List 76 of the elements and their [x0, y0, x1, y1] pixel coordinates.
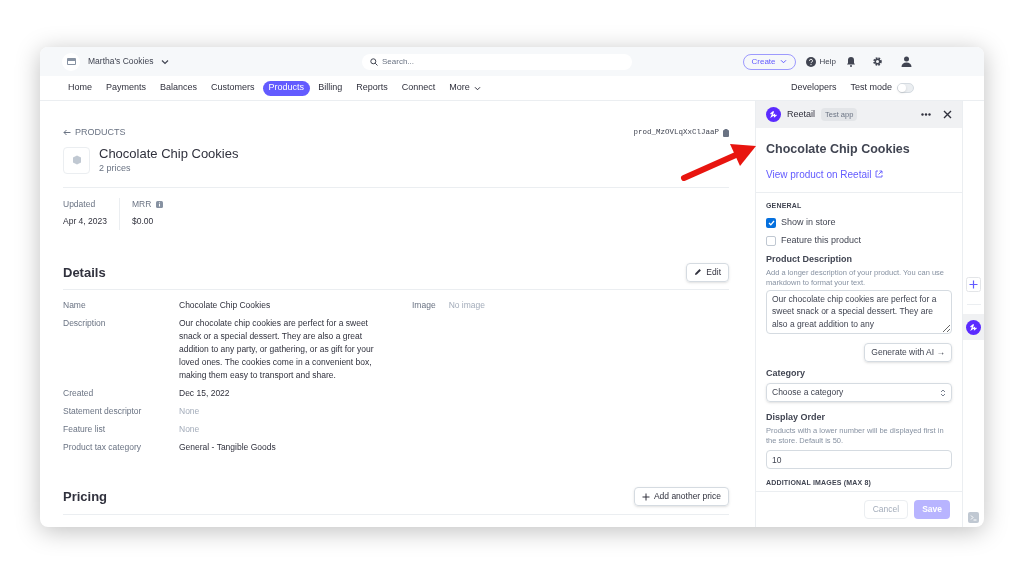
detail-label: Description [63, 317, 107, 330]
close-icon[interactable] [943, 110, 952, 119]
stat-value: $0.00 [131, 214, 155, 228]
field-label: Product Description [766, 253, 853, 267]
chevron-icon [779, 59, 787, 64]
price-count: 2 prices [99, 161, 132, 175]
help-icon [805, 56, 816, 67]
notifications-icon[interactable] [846, 56, 856, 67]
help-button[interactable]: Help [805, 55, 836, 68]
test-mode-label: Test mode [850, 81, 892, 95]
nav-tab[interactable]: Billing [312, 80, 349, 96]
detail-label: Image [412, 299, 436, 312]
checkbox-label: Feature this product [781, 233, 862, 247]
account-name[interactable]: Martha's Cookies [88, 55, 154, 68]
pencil-icon [694, 268, 703, 277]
store-icon [62, 52, 80, 71]
search-field[interactable]: Search... [362, 53, 632, 70]
display-order-field[interactable]: 10 [766, 450, 952, 470]
stat-label: MRR [131, 198, 152, 211]
back-arrow-icon [63, 129, 71, 137]
nav-tab[interactable]: Home [62, 80, 98, 96]
detail-value: General - Tangible Goods [179, 441, 277, 454]
detail-value: None [179, 405, 201, 418]
generate-ai-button[interactable]: Generate with AI → [864, 342, 952, 362]
app-logo-icon [766, 107, 781, 122]
add-icon[interactable] [966, 277, 981, 292]
chevron-icon [161, 58, 170, 65]
app-tab[interactable] [963, 314, 984, 340]
more-menu[interactable]: More [443, 80, 487, 96]
more-icon[interactable] [921, 113, 931, 116]
nav-tab[interactable]: Connect [395, 80, 442, 96]
plus-icon [641, 492, 650, 501]
field-label: Category [766, 366, 806, 380]
product-title: Chocolate Chip Cookies [99, 145, 239, 162]
search-icon [370, 57, 378, 66]
detail-value: Dec 15, 2022 [179, 387, 231, 400]
detail-value: No image [448, 299, 485, 312]
stat-value: Apr 4, 2023 [63, 214, 107, 228]
app-name: Reetail [787, 107, 815, 121]
nav-tab[interactable]: Balances [154, 80, 204, 96]
detail-label: Name [63, 299, 87, 312]
edit-button[interactable]: Edit [686, 262, 729, 282]
user-icon[interactable] [901, 56, 912, 67]
nav-tab[interactable]: Products [262, 80, 311, 96]
back-link[interactable]: PRODUCTS [63, 126, 126, 140]
detail-value: None [179, 423, 201, 436]
category-select[interactable]: Choose a category [766, 383, 952, 403]
app-logo-icon [966, 319, 981, 335]
clipboard-icon[interactable] [723, 128, 729, 137]
checkbox[interactable] [766, 218, 776, 228]
section-heading: Pricing [63, 488, 108, 506]
description-field[interactable]: Our chocolate chip cookies are perfect for a sweet snack or a special dessert. They are also a great addition to any [766, 289, 952, 334]
nav-tab[interactable]: Reports [350, 80, 394, 96]
field-label: Display Order [766, 411, 827, 425]
detail-label: Statement descriptor [63, 405, 143, 418]
nav-tab[interactable]: Customers [205, 80, 261, 96]
checkbox-label: Show in store [781, 216, 836, 230]
settings-icon[interactable] [872, 56, 883, 67]
add-price-button[interactable]: Add another price [633, 487, 729, 507]
checkbox[interactable] [766, 235, 776, 246]
nav-tab[interactable]: Payments [100, 80, 153, 96]
external-link-icon [875, 170, 884, 179]
panel-title: Chocolate Chip Cookies [766, 141, 911, 158]
section-heading: Details [63, 263, 106, 282]
developers-link[interactable]: Developers [790, 81, 837, 95]
detail-value: Our chocolate chip cookies are perfect for a sweet snack or a special dessert. They are also a great addition to any party, or gathering, or as gift for your loved ones. The cookies come in a convenient box, making them easy to transport and share. [179, 317, 375, 382]
detail-label: Product tax category [63, 441, 142, 454]
chevron-icon [473, 85, 481, 91]
detail-value: Chocolate Chip Cookies [179, 299, 272, 312]
detail-label: Created [63, 387, 95, 400]
product-icon [63, 146, 90, 174]
stat-label: Updated [63, 198, 96, 211]
test-mode-toggle[interactable] [897, 83, 914, 93]
sort-icon [940, 388, 946, 397]
view-product-link[interactable]: View product on Reetail [766, 166, 872, 182]
detail-label: Feature list [63, 423, 107, 436]
